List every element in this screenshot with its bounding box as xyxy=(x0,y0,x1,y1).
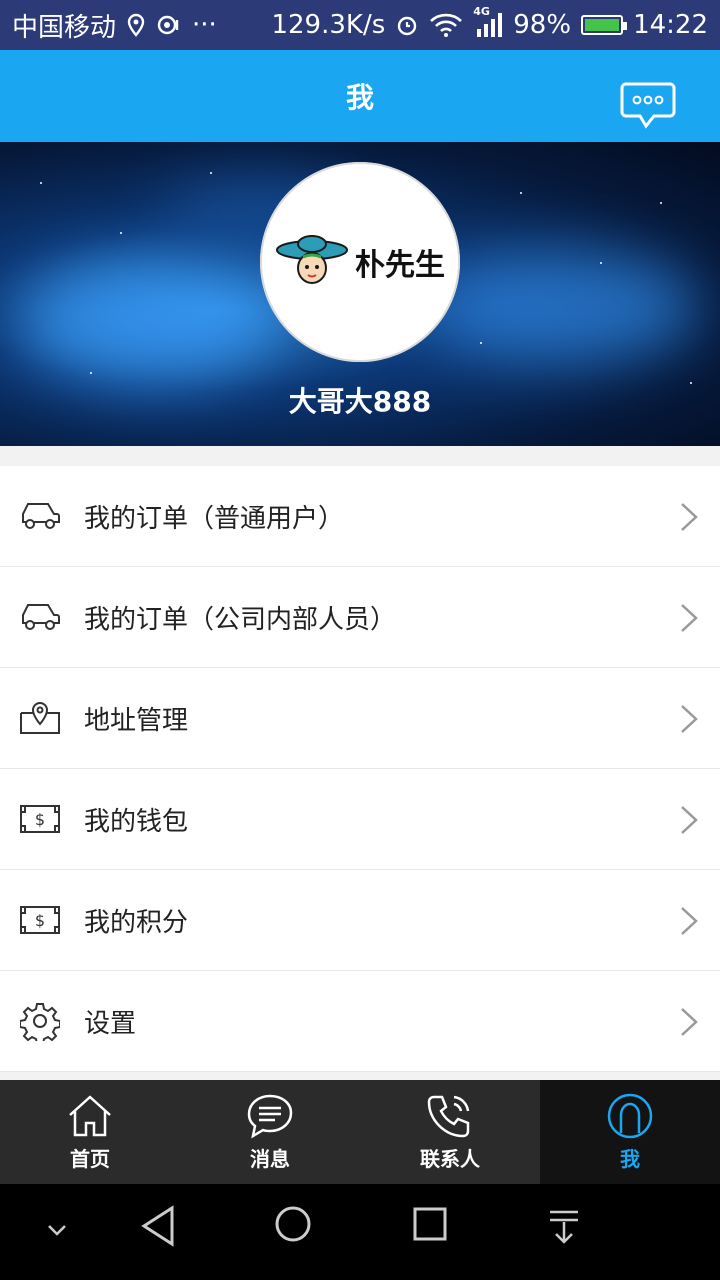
signal-icon: 4G xyxy=(473,5,503,37)
tab-label: 首页 xyxy=(70,1146,110,1171)
user-icon xyxy=(607,1093,653,1138)
battery-icon xyxy=(581,15,628,35)
network-speed: 129.3K/s xyxy=(271,10,386,40)
network-type: 4G xyxy=(473,5,490,18)
chevron-right-icon xyxy=(681,503,698,531)
chevron-right-icon xyxy=(681,1008,698,1036)
tab-label: 我 xyxy=(620,1146,640,1171)
location-pin-icon xyxy=(126,13,146,37)
car-icon xyxy=(18,595,62,639)
home-icon xyxy=(69,1094,111,1136)
tab-label: 联系人 xyxy=(420,1146,480,1171)
tab-me[interactable]: 我 xyxy=(540,1080,720,1184)
tab-messages[interactable]: 消息 xyxy=(180,1080,360,1184)
chat-bubble-icon xyxy=(620,82,676,129)
phone-icon xyxy=(427,1095,470,1137)
menu-item-orders-internal[interactable]: 我的订单（公司内部人员） xyxy=(0,567,720,668)
notification-pull-icon[interactable] xyxy=(546,1208,582,1246)
menu-item-label: 我的订单（普通用户） xyxy=(84,503,345,534)
menu-item-label: 地址管理 xyxy=(84,705,189,736)
menu-item-address[interactable]: 地址管理 xyxy=(0,668,720,769)
dollar-bill-icon: $ xyxy=(18,797,62,841)
menu-list: 我的订单（普通用户） 我的订单（公司内部人员） 地址管理 $ 我的钱包 $ 我的… xyxy=(0,466,720,1072)
recents-icon[interactable] xyxy=(410,1204,450,1244)
avatar[interactable]: 朴先生 xyxy=(260,162,460,362)
gear-icon xyxy=(18,999,62,1043)
chevron-right-icon xyxy=(681,907,698,935)
hotspot-icon xyxy=(156,14,182,36)
brand-logo-text: 朴先生 xyxy=(355,248,445,283)
status-bar: 中国移动 ··· 129.3K/s 4G 98% 14:22 xyxy=(0,0,720,50)
alarm-icon xyxy=(395,13,419,37)
svg-text:$: $ xyxy=(35,810,45,829)
wifi-icon xyxy=(429,13,463,37)
car-icon xyxy=(18,494,62,538)
chevron-right-icon xyxy=(681,604,698,632)
more-notifications-icon: ··· xyxy=(192,10,217,40)
bottom-tab-bar: 首页 消息 联系人 我 xyxy=(0,1080,720,1184)
tab-contacts[interactable]: 联系人 xyxy=(360,1080,540,1184)
tab-label: 消息 xyxy=(250,1146,290,1171)
menu-item-points[interactable]: $ 我的积分 xyxy=(0,870,720,971)
location-icon xyxy=(18,696,62,740)
dollar-bill-icon: $ xyxy=(18,898,62,942)
clock: 14:22 xyxy=(633,10,708,40)
menu-item-settings[interactable]: 设置 xyxy=(0,971,720,1072)
app-header: 我 xyxy=(0,50,720,142)
username: 大哥大888 xyxy=(288,385,432,418)
battery-percent: 98% xyxy=(513,10,572,40)
hide-nav-icon[interactable] xyxy=(46,1222,68,1238)
page-title: 我 xyxy=(345,81,374,114)
home-nav-icon[interactable] xyxy=(273,1204,313,1244)
chevron-right-icon xyxy=(681,806,698,834)
svg-text:$: $ xyxy=(35,911,45,930)
back-icon[interactable] xyxy=(138,1204,178,1248)
system-nav-bar xyxy=(0,1184,720,1280)
mascot-logo-icon xyxy=(276,235,348,284)
carrier-label: 中国移动 xyxy=(12,12,117,43)
menu-item-label: 设置 xyxy=(84,1008,137,1039)
menu-item-label: 我的钱包 xyxy=(84,806,189,837)
messages-button[interactable] xyxy=(620,82,676,130)
menu-item-orders-regular[interactable]: 我的订单（普通用户） xyxy=(0,466,720,567)
chevron-right-icon xyxy=(681,705,698,733)
menu-item-wallet[interactable]: $ 我的钱包 xyxy=(0,769,720,870)
menu-item-label: 我的订单（公司内部人员） xyxy=(84,604,397,635)
menu-item-label: 我的积分 xyxy=(84,907,189,938)
message-icon xyxy=(247,1094,293,1139)
tab-home[interactable]: 首页 xyxy=(0,1080,180,1184)
